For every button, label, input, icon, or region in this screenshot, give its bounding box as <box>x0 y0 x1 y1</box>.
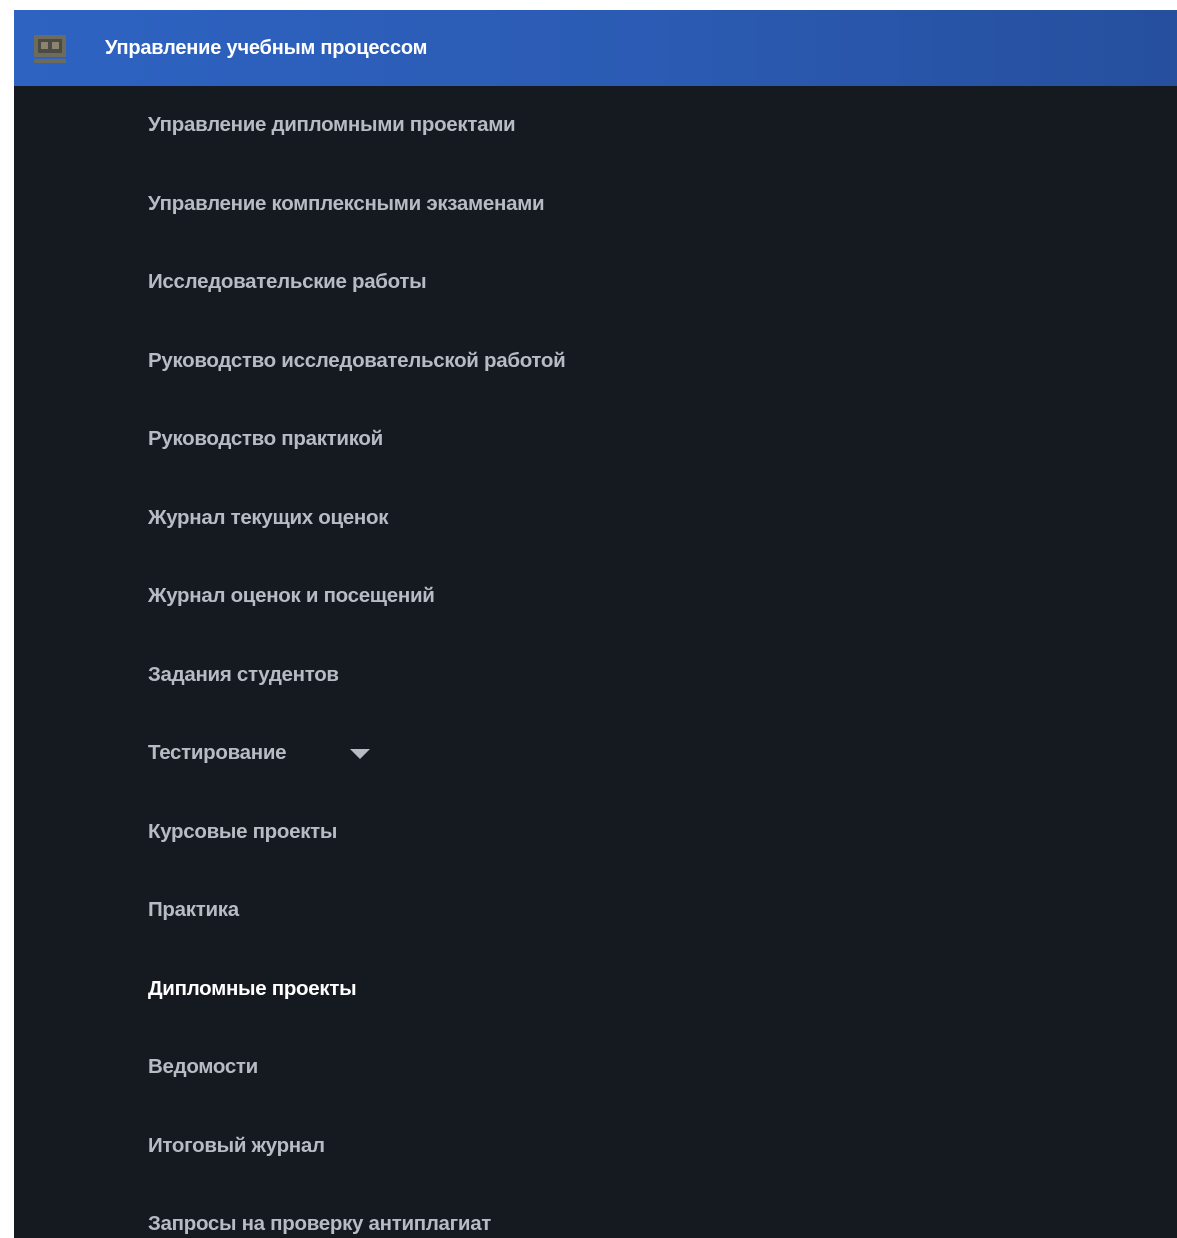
sidebar-menu: Управление учебным процессом Управление … <box>14 10 1177 1238</box>
menu-item-label: Итоговый журнал <box>148 1133 325 1157</box>
menu-item-label: Руководство практикой <box>148 427 383 451</box>
menu-item-label: Запросы на проверку антиплагиат <box>148 1212 492 1236</box>
menu-item-testing[interactable]: Тестирование <box>14 714 1177 793</box>
chevron-down-icon[interactable] <box>350 749 371 760</box>
menu-item-current-grades-journal[interactable]: Журнал текущих оценок <box>14 479 1177 558</box>
menu-item-label: Журнал текущих оценок <box>148 505 389 529</box>
menu-item-practice-supervision[interactable]: Руководство практикой <box>14 400 1177 479</box>
menu-item-student-assignments[interactable]: Задания студентов <box>14 636 1177 715</box>
menu-item-research-works[interactable]: Исследовательские работы <box>14 243 1177 322</box>
menu-item-label: Практика <box>148 898 239 922</box>
menu-item-complex-exams[interactable]: Управление комплексными экзаменами <box>14 165 1177 244</box>
menu-item-label: Ведомости <box>148 1055 258 1079</box>
menu-item-label: Исследовательские работы <box>148 270 427 294</box>
menu-item-label: Руководство исследовательской работой <box>148 348 566 372</box>
menu-item-label: Журнал оценок и посещений <box>148 584 435 608</box>
menu-item-research-supervision[interactable]: Руководство исследовательской работой <box>14 322 1177 401</box>
menu-item-label: Задания студентов <box>148 662 339 686</box>
monitor-icon <box>34 35 66 63</box>
menu-section-title: Управление учебным процессом <box>105 37 428 59</box>
menu-item-label: Тестирование <box>148 741 287 765</box>
menu-item-statements[interactable]: Ведомости <box>14 1028 1177 1107</box>
menu-item-label: Управление комплексными экзаменами <box>148 191 545 215</box>
menu-item-diploma-management[interactable]: Управление дипломными проектами <box>14 86 1177 165</box>
menu-item-label: Дипломные проекты <box>148 976 357 1000</box>
menu-item-antiplagiarism-requests[interactable]: Запросы на проверку антиплагиат <box>14 1185 1177 1238</box>
menu-item-final-journal[interactable]: Итоговый журнал <box>14 1107 1177 1186</box>
menu-item-grades-attendance-journal[interactable]: Журнал оценок и посещений <box>14 557 1177 636</box>
menu-item-diploma-projects[interactable]: Дипломные проекты <box>14 950 1177 1029</box>
menu-list: Управление дипломными проектами Управлен… <box>14 86 1177 1238</box>
menu-item-course-projects[interactable]: Курсовые проекты <box>14 793 1177 872</box>
menu-section-header[interactable]: Управление учебным процессом <box>14 10 1177 86</box>
menu-item-label: Управление дипломными проектами <box>148 113 516 137</box>
menu-item-label: Курсовые проекты <box>148 819 338 843</box>
menu-item-practice[interactable]: Практика <box>14 871 1177 950</box>
